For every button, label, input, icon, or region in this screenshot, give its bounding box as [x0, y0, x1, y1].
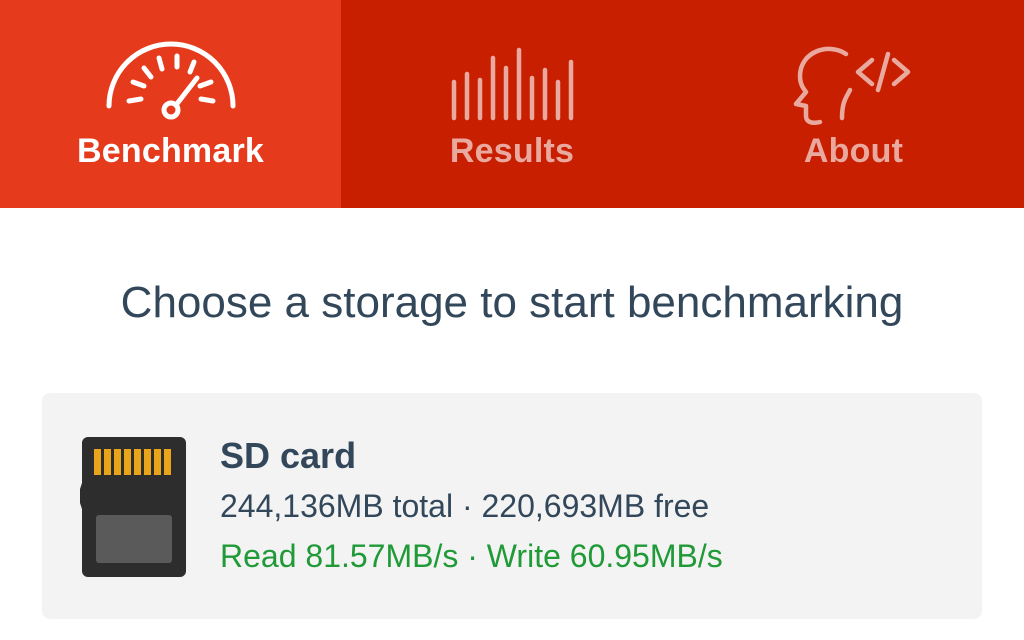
tab-benchmark-label: Benchmark [77, 132, 264, 170]
head-code-icon [793, 46, 910, 125]
storage-speed: Read 81.57MB/s · Write 60.95MB/s [220, 538, 723, 574]
tab-about[interactable]: About [683, 0, 1024, 208]
tab-benchmark[interactable]: Benchmark [0, 0, 341, 208]
tab-bar: Benchmark Results About [0, 0, 1024, 208]
page-title: Choose a storage to start benchmarking [120, 278, 904, 327]
tab-results-label: Results [449, 132, 575, 170]
storage-capacity: 244,136MB total · 220,693MB free [220, 488, 710, 524]
storage-name: SD card [220, 435, 357, 476]
storage-item-sd-card[interactable]: SD card 244,136MB total · 220,693MB free… [42, 393, 982, 619]
bars-icon [451, 47, 574, 121]
speedometer-icon [106, 41, 235, 120]
tab-results[interactable]: Results [341, 0, 683, 208]
tab-about-label: About [803, 132, 904, 170]
sd-card-icon [80, 437, 186, 577]
